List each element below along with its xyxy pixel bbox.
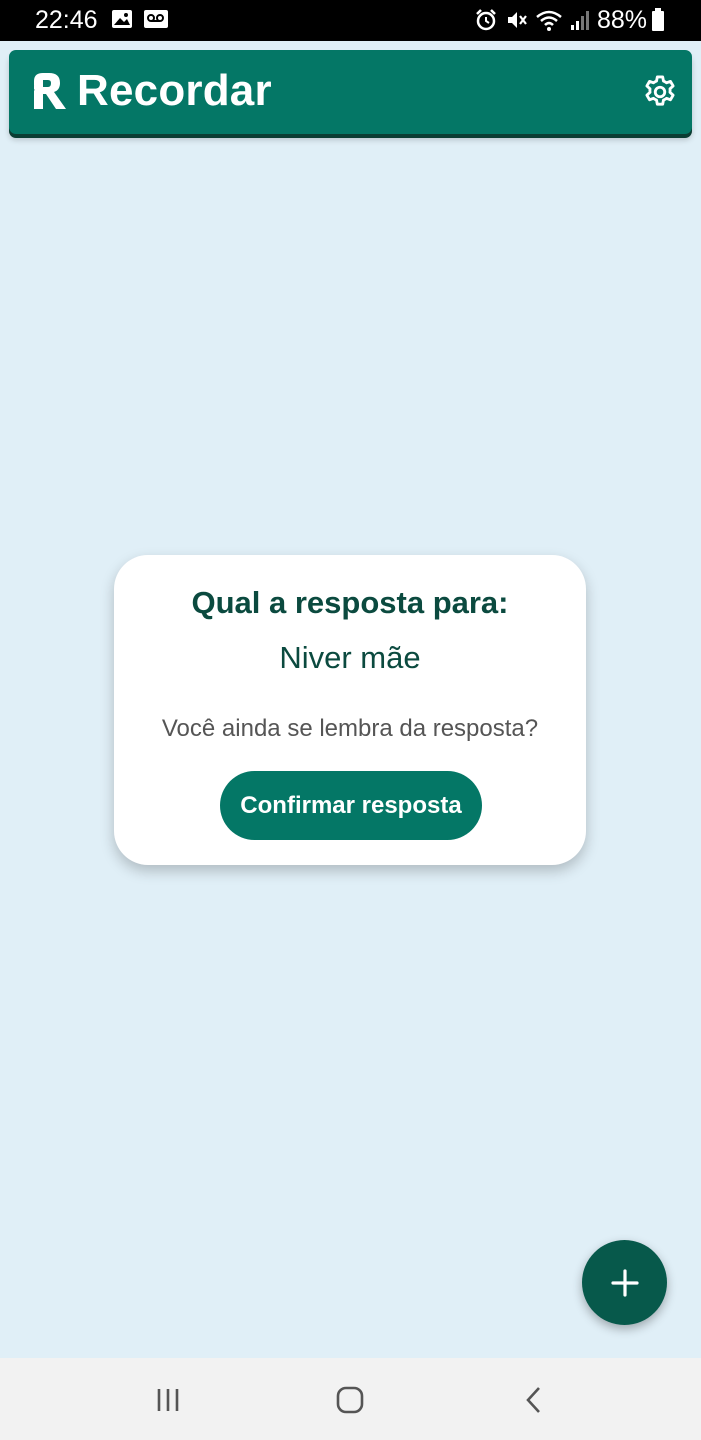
status-bar: 22:46 88% (0, 0, 701, 41)
card-prompt: Você ainda se lembra da resposta? (161, 715, 539, 742)
card-question: Niver mãe (279, 640, 421, 675)
home-button[interactable] (320, 1380, 380, 1420)
review-card: Qual a resposta para: Niver mãe Você ain… (114, 555, 586, 865)
app-title: Recordar (77, 66, 272, 115)
recordar-logo-icon (30, 73, 66, 109)
add-button[interactable] (582, 1240, 667, 1325)
plus-icon (610, 1268, 639, 1297)
recent-apps-button[interactable] (138, 1380, 198, 1420)
voicemail-icon (144, 10, 168, 28)
signal-icon (571, 11, 589, 30)
recent-apps-icon (157, 1389, 179, 1411)
app-header: Recordar (9, 50, 692, 134)
confirm-answer-button[interactable]: Confirmar resposta (220, 771, 482, 840)
wifi-icon (536, 10, 562, 31)
gear-icon (645, 75, 675, 106)
card-title: Qual a resposta para: (191, 585, 509, 620)
system-nav-bar (0, 1358, 701, 1440)
image-icon (112, 10, 132, 28)
mute-icon (508, 12, 527, 28)
battery-percentage: 88% (597, 6, 648, 34)
status-time: 22:46 (35, 6, 98, 34)
settings-button[interactable] (637, 70, 683, 114)
back-icon (526, 1387, 540, 1413)
home-icon (336, 1386, 364, 1414)
battery-icon (652, 8, 664, 31)
back-button[interactable] (504, 1380, 564, 1420)
alarm-icon (476, 9, 496, 31)
